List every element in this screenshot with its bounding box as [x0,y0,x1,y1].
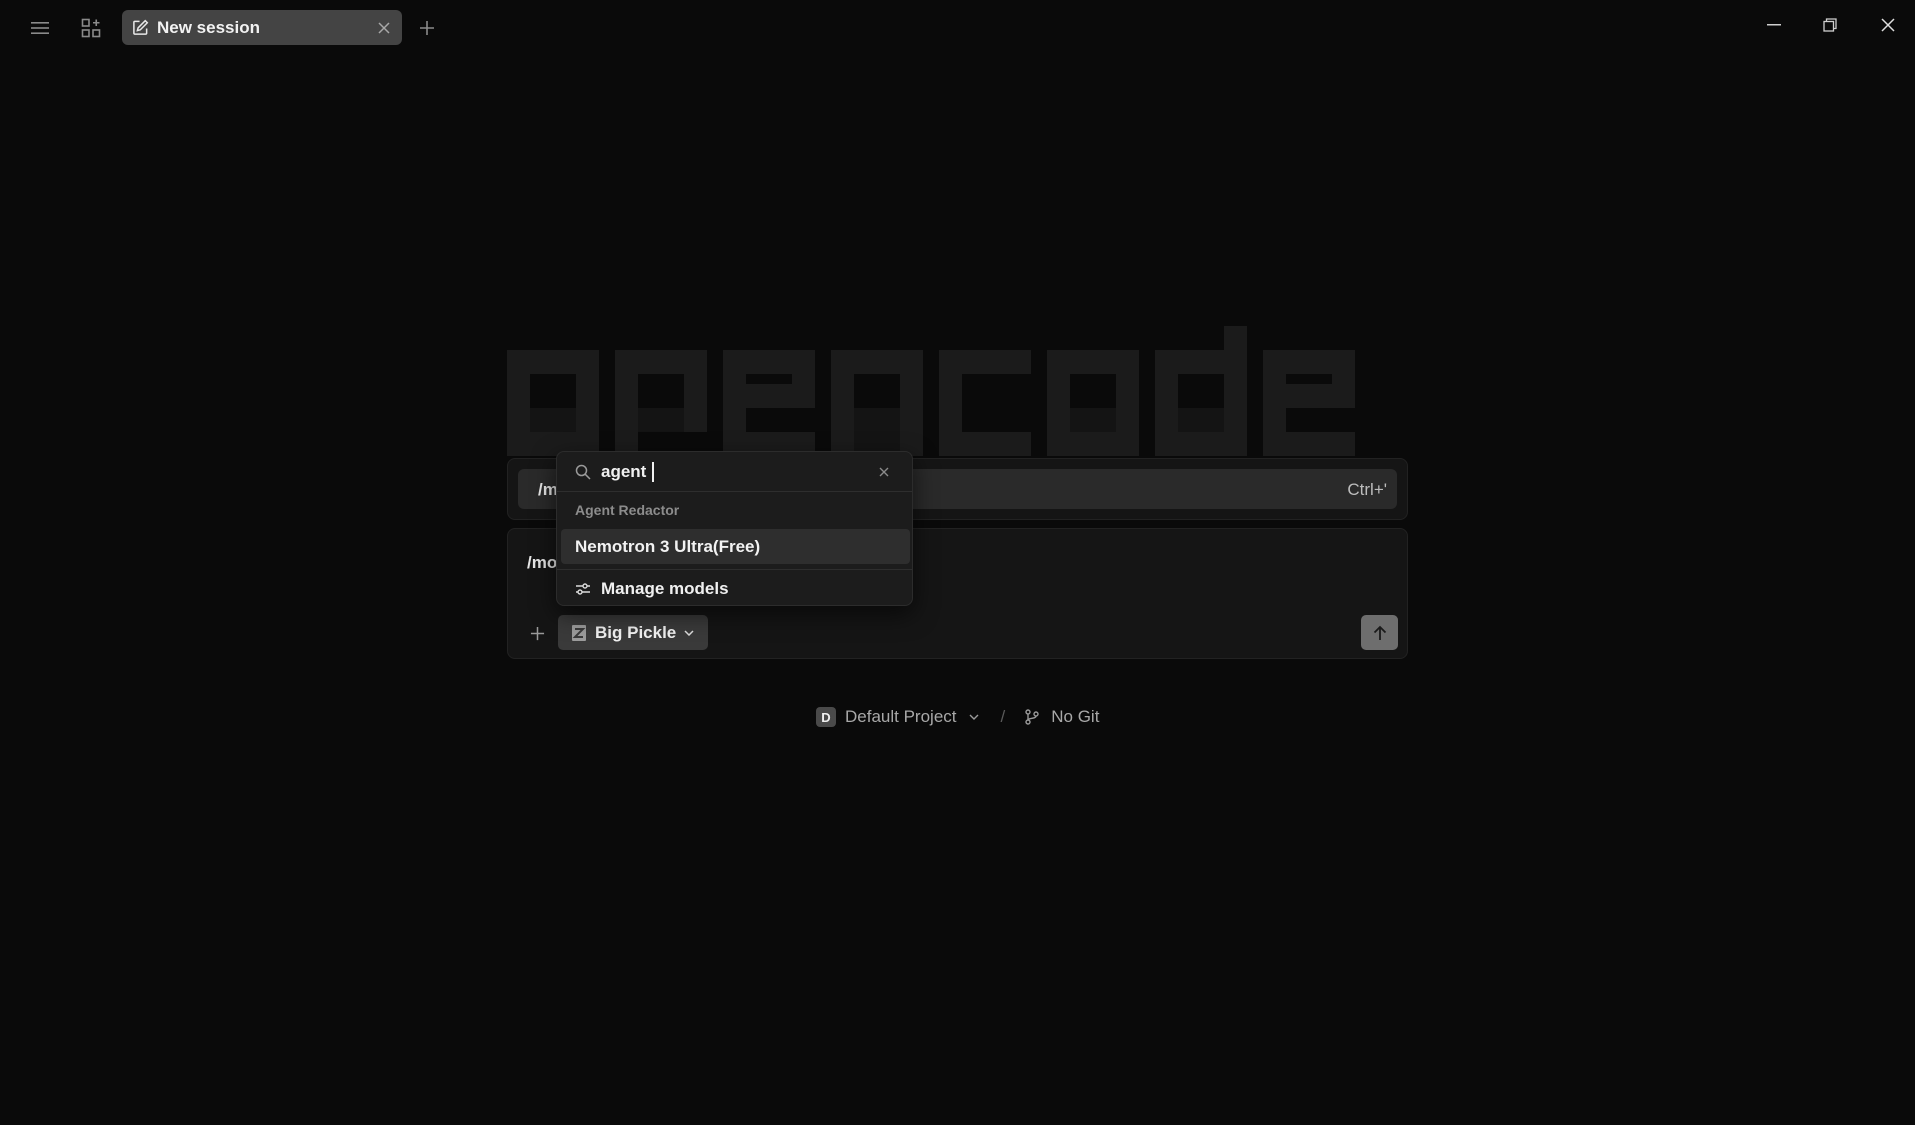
model-picker-dropdown: Agent Redactor Nemotron 3 Ultra(Free) Ma… [556,451,913,606]
opencode-logo: opencode [507,326,1355,456]
provider-group-label: Agent Redactor [575,502,680,518]
new-tab-icon[interactable] [413,14,441,42]
menu-icon[interactable] [26,14,54,42]
model-selector-button[interactable]: Big Pickle [558,615,708,650]
sliders-icon [576,583,590,595]
tab-new-session[interactable]: New session [122,10,402,45]
workspaces-icon[interactable] [77,14,105,42]
edit-icon [133,19,149,35]
arrow-up-icon [1373,625,1386,640]
model-search-bar [557,452,912,492]
add-attachment-icon[interactable] [525,621,549,645]
send-button[interactable] [1361,615,1398,650]
git-branch-icon [1025,709,1039,725]
footer-separator: / [1000,707,1006,726]
tab-title: New session [157,17,260,37]
title-bar: New session [0,0,1915,56]
zen-provider-icon [572,624,586,641]
model-search-input[interactable] [601,460,861,484]
project-footer: D Default Project / No Git [816,703,1099,731]
divider [557,569,912,570]
search-icon [575,464,591,480]
manage-models-label: Manage models [601,579,729,598]
command-shortcut: Ctrl+' [1347,480,1387,499]
prompt-input[interactable]: /mo [527,553,557,573]
text-cursor [652,462,654,482]
git-status[interactable]: No Git [1051,707,1099,727]
manage-models-button[interactable]: Manage models [575,572,729,606]
model-label: Big Pickle [595,622,677,642]
restore-icon[interactable] [1812,10,1848,40]
clear-search-icon[interactable] [876,464,892,480]
close-window-icon[interactable] [1870,10,1906,40]
minimize-icon[interactable] [1756,10,1792,40]
close-tab-icon[interactable] [374,18,394,38]
project-avatar: D [816,707,836,727]
chevron-down-icon[interactable] [969,714,979,720]
project-selector[interactable]: Default Project [845,707,957,727]
chevron-down-icon [684,629,694,636]
model-option[interactable]: Nemotron 3 Ultra(Free) [561,529,910,564]
